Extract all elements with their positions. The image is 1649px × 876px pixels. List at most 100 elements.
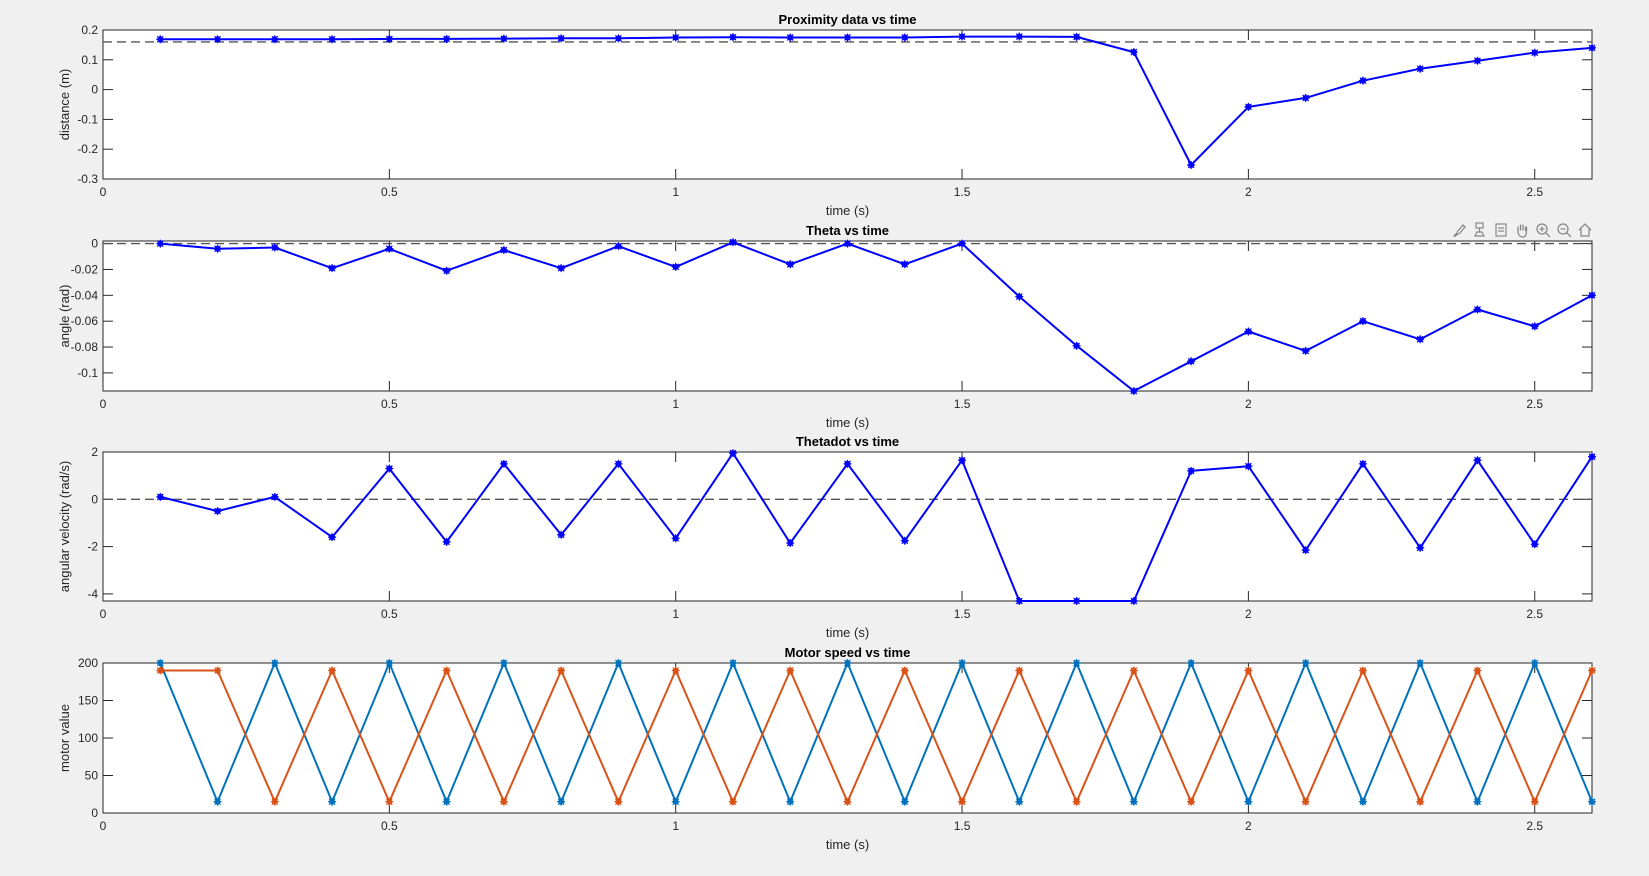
home-icon[interactable] [1575,220,1595,240]
marker-star [156,492,165,501]
data-point [1072,597,1081,605]
marker-star [213,666,222,675]
data-point [671,33,680,42]
marker-star [1473,797,1482,806]
data-point [958,659,967,667]
y-tick-label: -4 [87,587,98,601]
zoom-out-icon[interactable] [1554,220,1574,240]
axes-toolbar [1449,220,1595,240]
chart-title: Motor speed vs time [785,645,911,660]
marker-star [1187,466,1196,475]
marker-star [557,264,566,273]
data-point [328,35,337,44]
data-point [1187,466,1196,475]
marker-star [614,459,623,468]
axes-1: Proximity data vs time 0 0.5 1 1.5 2 2.5 -0.3 -0… [57,12,1596,218]
marker-star [900,797,909,806]
data-point [614,797,623,806]
data-point [1072,797,1081,806]
data-cursor-icon[interactable] [1491,220,1511,240]
marker-star [671,33,680,42]
marker-star [156,666,165,675]
y-tick-label: 0 [91,806,98,820]
x-tick-label: 0 [100,607,107,621]
data-point [614,242,623,251]
x-tick-label: 0.5 [381,819,398,833]
data-point [843,459,852,468]
x-axis-label: time (s) [826,415,869,430]
marker-star [1473,666,1482,675]
pan-icon[interactable] [1512,220,1532,240]
marker-star [1072,597,1081,605]
data-point [671,797,680,806]
y-tick-label: 2 [91,445,98,459]
data-point [385,244,394,253]
marker-star [1187,357,1196,366]
marker-star [1244,666,1253,675]
data-point [1416,335,1425,344]
data-point [1358,666,1367,675]
x-tick-label: 2 [1245,607,1252,621]
marker-star [1530,540,1539,549]
marker-star [328,35,337,44]
marker-star [786,666,795,675]
data-point [557,666,566,675]
x-tick-label: 2.5 [1526,397,1543,411]
data-point [442,537,451,546]
zoom-in-icon[interactable] [1533,220,1553,240]
y-tick-label: -2 [87,540,98,554]
x-tick-label: 0.5 [381,397,398,411]
marker-star [900,260,909,269]
data-point [958,239,967,248]
data-point [270,243,279,252]
x-tick-label: 2 [1245,819,1252,833]
marker-star [1301,346,1310,355]
y-tick-label: 0.1 [81,53,98,67]
x-axis-label: time (s) [826,837,869,852]
brush-icon[interactable] [1449,220,1469,240]
marker-star [213,507,222,516]
data-point [843,33,852,42]
data-point [1244,327,1253,336]
data-point [557,264,566,273]
marker-star [156,659,165,667]
marker-star [156,239,165,248]
marker-star [843,659,852,667]
data-point [156,239,165,248]
marker-star [270,659,279,667]
y-tick-label: -0.2 [77,142,98,156]
data-point [156,492,165,501]
data-point [156,666,165,675]
marker-star [1301,93,1310,102]
data-point [728,449,737,458]
data-point [1530,48,1539,57]
x-tick-label: 2 [1245,397,1252,411]
marker-star [328,797,337,806]
data-point [156,35,165,44]
data-point [499,246,508,255]
marker-star [442,537,451,546]
data-point [614,459,623,468]
marker-star [385,34,394,43]
data-tips-icon[interactable] [1470,220,1490,240]
y-tick-label: -0.06 [71,314,99,328]
data-point [728,797,737,806]
marker-star [958,797,967,806]
data-point [328,666,337,675]
data-point [1015,797,1024,806]
data-point [1072,659,1081,667]
marker-star [1588,43,1596,52]
marker-star [328,666,337,675]
data-point [270,492,279,501]
marker-star [786,33,795,42]
marker-star [1358,797,1367,806]
marker-star [1244,462,1253,471]
x-axis-label: time (s) [826,625,869,640]
chart-title: Proximity data vs time [779,12,917,27]
data-point [213,797,222,806]
y-tick-label: 0 [91,492,98,506]
marker-star [1473,305,1482,314]
y-tick-label: -0.02 [71,262,99,276]
x-axis-label: time (s) [826,203,869,218]
marker-star [1129,597,1138,605]
